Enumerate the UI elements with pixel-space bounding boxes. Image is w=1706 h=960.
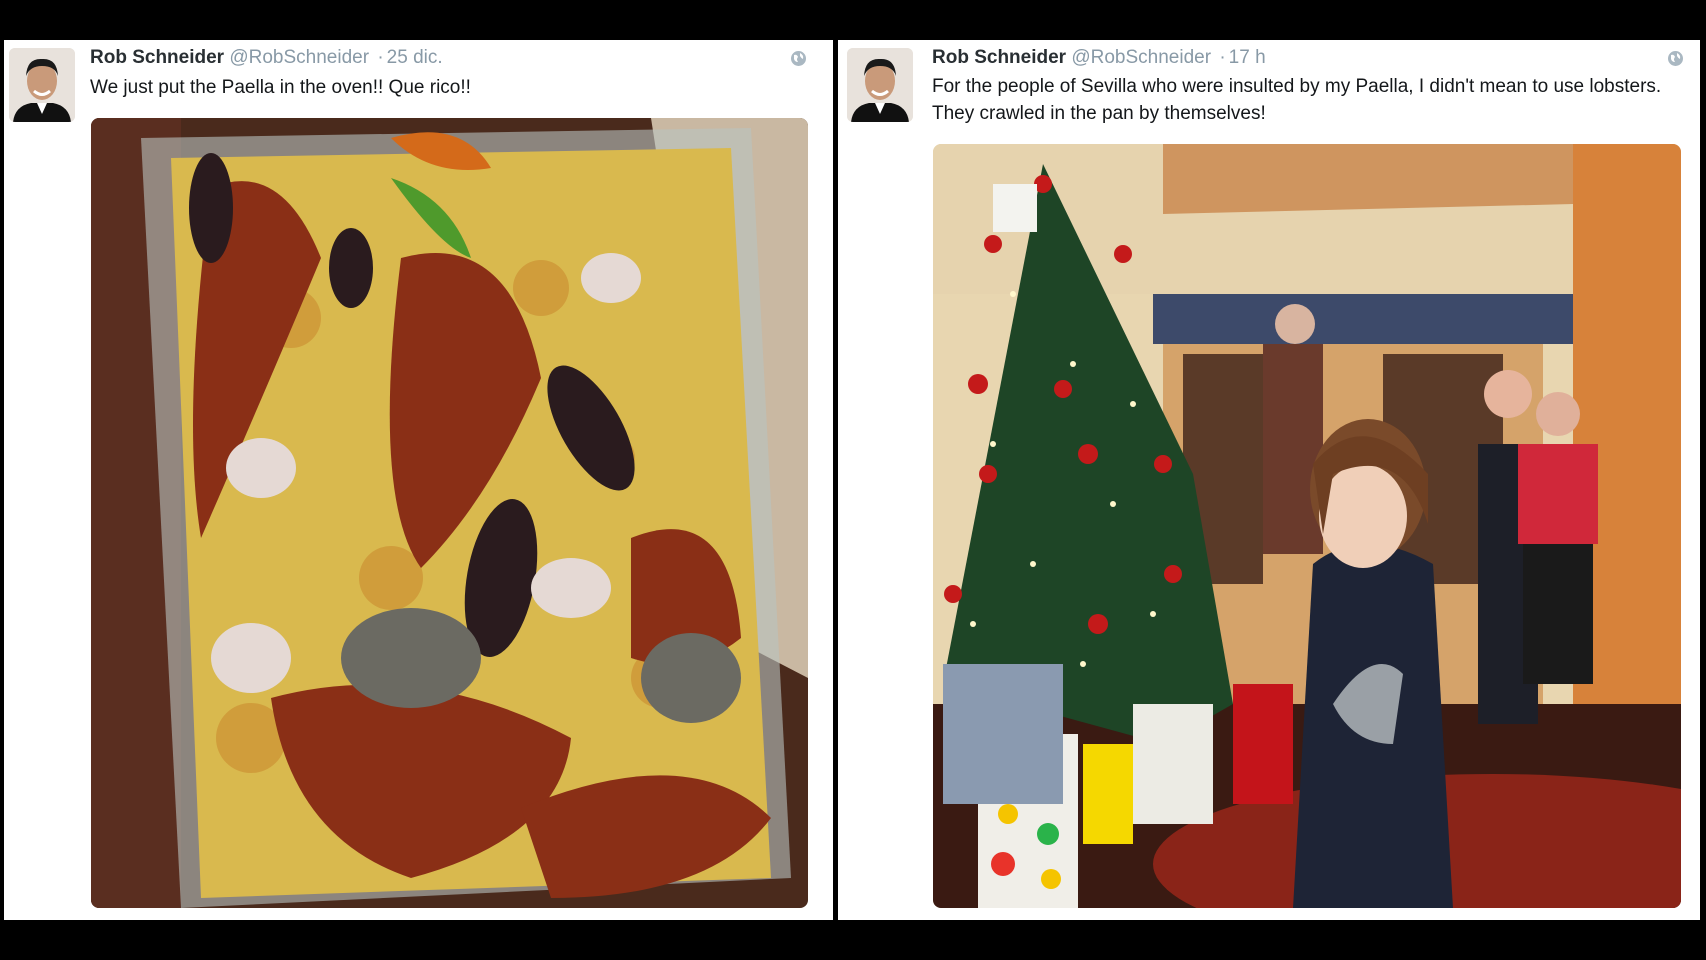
author-name[interactable]: Rob Schneider (90, 47, 224, 68)
tweet-card-left: Rob Schneider @RobSchneider · 25 dic. We … (4, 40, 833, 920)
tweet-text: For the people of Sevilla who were insul… (932, 76, 1662, 124)
globe-icon (1668, 51, 1683, 66)
tweet-time[interactable]: 17 h (1229, 47, 1266, 68)
christmas-tree-family-photo (933, 144, 1681, 908)
tweet-text: We just put the Paella in the oven!! Que… (90, 77, 471, 98)
globe-icon (791, 51, 806, 66)
profile-photo (847, 48, 913, 122)
tweet-photo[interactable] (91, 118, 808, 908)
avatar[interactable] (847, 48, 913, 122)
profile-photo (9, 48, 75, 122)
tweet-card-right: Rob Schneider @RobSchneider · 17 h For th… (838, 40, 1700, 920)
avatar[interactable] (9, 48, 75, 122)
author-handle[interactable]: @RobSchneider (1071, 47, 1211, 68)
tweet-time[interactable]: 25 dic. (387, 47, 443, 68)
tweet-header: Rob Schneider @RobSchneider · 17 h (932, 46, 1266, 70)
paella-with-lobster-photo (91, 118, 808, 908)
tweet-header: Rob Schneider @RobSchneider · 25 dic. (90, 46, 443, 70)
tweet-photo[interactable] (933, 144, 1681, 908)
author-name[interactable]: Rob Schneider (932, 47, 1066, 68)
author-handle[interactable]: @RobSchneider (229, 47, 369, 68)
separator: · (377, 47, 384, 68)
separator: · (1219, 47, 1226, 68)
